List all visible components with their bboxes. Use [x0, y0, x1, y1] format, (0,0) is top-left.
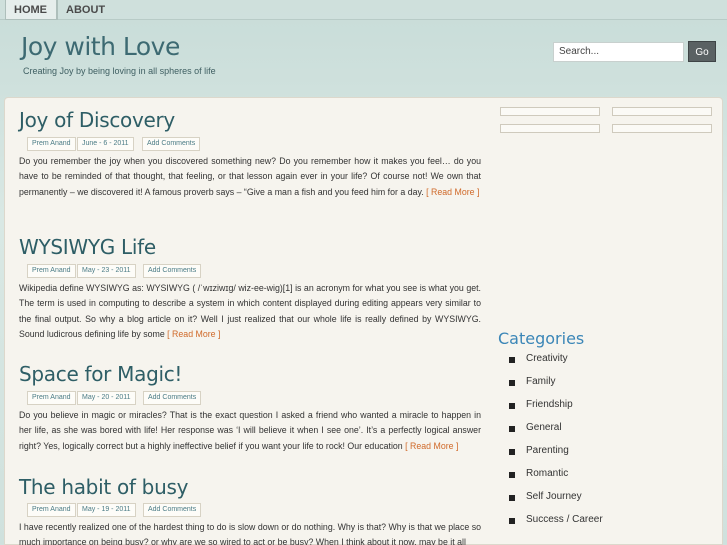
post-excerpt: Do you believe in magic or miracles? Tha… — [19, 408, 481, 454]
bullet-icon — [509, 472, 515, 478]
category-label[interactable]: Parenting — [526, 445, 569, 456]
post-excerpt: Wikipedia define WYSIWYG as: WYSIWYG ( /… — [19, 281, 481, 342]
content-panel: Joy of Discovery Prem Anand June - 6 - 2… — [4, 97, 723, 545]
post-date: May - 19 - 2011 — [77, 503, 136, 517]
add-comments-link[interactable]: Add Comments — [143, 264, 202, 278]
post-date: May - 23 - 2011 — [77, 264, 136, 278]
post-excerpt-text: Wikipedia define WYSIWYG as: WYSIWYG ( /… — [19, 283, 481, 339]
post-title[interactable]: Joy of Discovery — [19, 108, 175, 132]
bullet-icon — [509, 518, 515, 524]
read-more-link[interactable]: [ Read More ] — [426, 187, 479, 197]
add-comments-link[interactable]: Add Comments — [142, 137, 201, 151]
post-title[interactable]: The habit of busy — [19, 475, 188, 499]
bullet-icon — [509, 380, 515, 386]
post-author[interactable]: Prem Anand — [27, 503, 76, 517]
sidebar-widget-box — [500, 107, 600, 116]
add-comments-link[interactable]: Add Comments — [143, 503, 202, 517]
post-author[interactable]: Prem Anand — [27, 391, 76, 405]
bullet-icon — [509, 426, 515, 432]
category-label[interactable]: Success / Career — [526, 514, 603, 525]
site-tagline: Creating Joy by being loving in all sphe… — [23, 66, 216, 76]
post-excerpt: Do you remember the joy when you discove… — [19, 154, 481, 200]
nav-about-link[interactable]: ABOUT — [58, 0, 112, 20]
post-excerpt: I have recently realized one of the hard… — [19, 520, 481, 545]
add-comments-link[interactable]: Add Comments — [143, 391, 202, 405]
category-label[interactable]: Self Journey — [526, 491, 582, 502]
post-author[interactable]: Prem Anand — [27, 137, 76, 151]
sidebar-widget-box — [612, 124, 712, 133]
post-date: May - 20 - 2011 — [77, 391, 136, 405]
sidebar-widget-box — [612, 107, 712, 116]
bullet-icon — [509, 357, 515, 363]
read-more-link[interactable]: [ Read More ] — [167, 329, 220, 339]
post-excerpt-text: Do you remember the joy when you discove… — [19, 156, 481, 197]
bullet-icon — [509, 449, 515, 455]
search-go-button[interactable]: Go — [688, 41, 716, 62]
bullet-icon — [509, 403, 515, 409]
categories-heading: Categories — [498, 329, 585, 348]
category-label[interactable]: Friendship — [526, 399, 573, 410]
read-more-link[interactable]: [ Read More ] — [405, 441, 458, 451]
post-title[interactable]: Space for Magic! — [19, 362, 182, 386]
bullet-icon — [509, 495, 515, 501]
post-author[interactable]: Prem Anand — [27, 264, 76, 278]
post-title[interactable]: WYSIWYG Life — [19, 235, 156, 259]
top-nav: HOME ABOUT — [0, 0, 727, 20]
post-date: June - 6 - 2011 — [77, 137, 134, 151]
nav-home-link[interactable]: HOME — [5, 0, 57, 20]
post-excerpt-text: I have recently realized one of the hard… — [19, 522, 481, 545]
site-title[interactable]: Joy with Love — [21, 32, 180, 61]
category-label[interactable]: Romantic — [526, 468, 568, 479]
search-input[interactable]: Search... — [553, 42, 684, 62]
sidebar-widget-box — [500, 124, 600, 133]
category-label[interactable]: General — [526, 422, 562, 433]
category-label[interactable]: Family — [526, 376, 555, 387]
category-label[interactable]: Creativity — [526, 353, 568, 364]
